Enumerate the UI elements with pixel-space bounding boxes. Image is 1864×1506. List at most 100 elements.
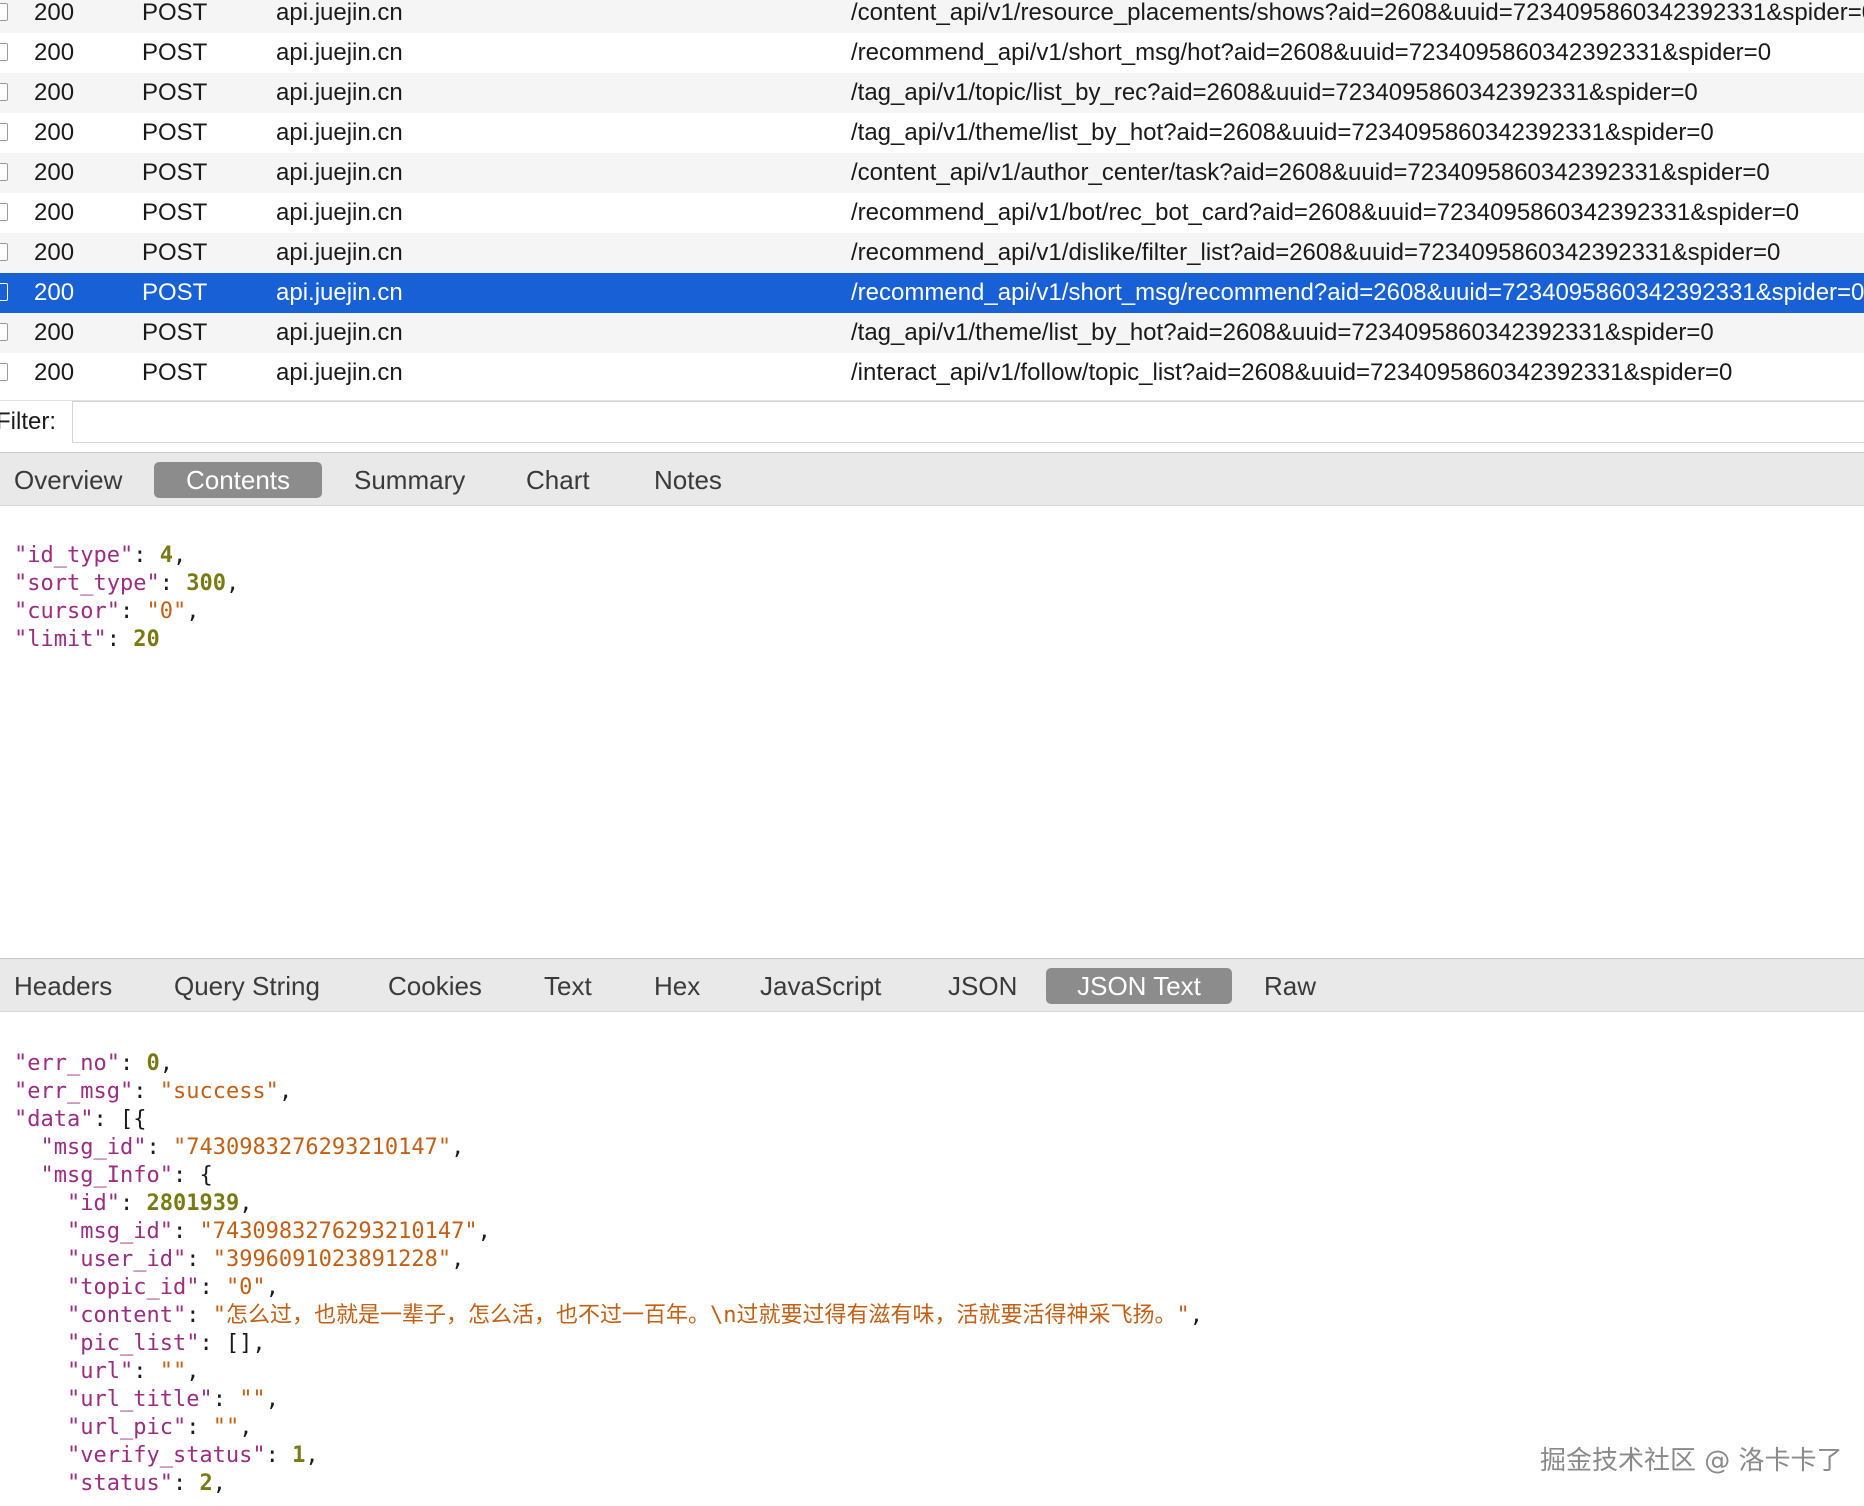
code-token: , — [451, 1135, 465, 1160]
tab-json[interactable]: JSON — [934, 968, 1031, 1004]
code-token: "id" — [66, 1191, 120, 1216]
file-icon — [0, 163, 8, 181]
status-code: 200 — [34, 119, 75, 146]
request-path: /recommend_api/v1/short_msg/recommend?ai… — [851, 279, 1864, 306]
request-row[interactable]: 200 POST api.juejin.cn/content_api/v1/auth… — [0, 153, 1864, 193]
code-token: "data" — [14, 1107, 94, 1132]
http-method: POST — [142, 319, 208, 346]
filter-input[interactable] — [72, 401, 1864, 443]
tab-summary[interactable]: Summary — [340, 462, 479, 498]
request-row[interactable]: 200 POST api.juejin.cn/interact_api/v1/fol… — [0, 353, 1864, 393]
code-token: 4 — [159, 543, 173, 568]
status-code: 200 — [34, 79, 75, 106]
request-row[interactable]: 200 POST api.juejin.cn/tag_api/v1/topic/li… — [0, 73, 1864, 113]
status-code: 200 — [34, 359, 75, 386]
host: api.juejin.cn — [276, 39, 403, 66]
response-body-line: "msg_id": "7430983276293210147", — [14, 1134, 1864, 1162]
code-token: , — [212, 1471, 226, 1496]
code-token: , — [305, 1443, 319, 1468]
code-token: , — [278, 1079, 293, 1104]
request-body-line: "id_type": 4, — [14, 542, 1864, 570]
http-method: POST — [142, 359, 208, 386]
request-path: /content_api/v1/author_center/task?aid=2… — [851, 159, 1770, 186]
request-row[interactable]: 200 POST api.juejin.cn/tag_api/v1/theme/li… — [0, 313, 1864, 353]
watermark: 掘金技术社区 @ 洛卡卡了 — [1540, 1446, 1843, 1476]
tab-hex[interactable]: Hex — [640, 968, 714, 1004]
tab-text[interactable]: Text — [530, 968, 606, 1004]
request-row[interactable]: 200 POST api.juejin.cn/content_api/v1/reso… — [0, 0, 1864, 33]
tab-contents[interactable]: Contents — [154, 462, 322, 498]
code-token: , — [239, 1191, 253, 1216]
code-token: , — [225, 571, 240, 596]
code-token: "limit" — [14, 627, 107, 652]
code-token: : — [119, 1051, 147, 1076]
file-icon — [0, 243, 8, 261]
http-method: POST — [142, 0, 208, 26]
file-icon — [0, 283, 8, 301]
tab-overview[interactable]: Overview — [0, 462, 136, 498]
request-row[interactable]: 200 POST api.juejin.cn/recommend_api/v1/di… — [0, 233, 1864, 273]
code-token: 2 — [199, 1471, 213, 1496]
response-body-line: "url_pic": "", — [14, 1414, 1864, 1442]
code-token: : — [186, 1303, 213, 1328]
code-token: "url" — [66, 1359, 134, 1384]
code-token: "url_title" — [66, 1387, 213, 1412]
tab-cookies[interactable]: Cookies — [374, 968, 496, 1004]
response-body-line: "err_msg": "success", — [14, 1078, 1864, 1106]
code-token: : — [119, 1191, 147, 1216]
response-body-line: "topic_id": "0", — [14, 1274, 1864, 1302]
request-path: /content_api/v1/resource_placements/show… — [851, 0, 1864, 26]
code-token: : — [212, 1387, 240, 1412]
code-token: "msg_id" — [66, 1219, 173, 1244]
host: api.juejin.cn — [276, 359, 403, 386]
request-path: /interact_api/v1/follow/topic_list?aid=2… — [851, 359, 1733, 386]
http-method: POST — [142, 159, 208, 186]
filter-bar: Filter: — [0, 400, 1864, 451]
tab-query-string[interactable]: Query String — [160, 968, 334, 1004]
code-token: "status" — [66, 1471, 173, 1496]
response-body-line: "data": [{ — [14, 1106, 1864, 1134]
response-tab-bar: Headers Query String Cookies Text Hex JavaScr… — [0, 958, 1864, 1012]
code-token: : — [159, 571, 187, 596]
code-token: : [], — [199, 1331, 266, 1356]
code-token: "id_type" — [14, 543, 134, 568]
code-token: "sort_type" — [14, 571, 160, 596]
code-token: "err_no" — [14, 1051, 120, 1076]
http-method: POST — [142, 119, 208, 146]
tab-json-text[interactable]: JSON Text — [1046, 968, 1232, 1004]
response-body-line: "msg_Info": { — [14, 1162, 1864, 1190]
code-token: "err_msg" — [14, 1079, 134, 1104]
tab-notes[interactable]: Notes — [640, 462, 736, 498]
response-body-line: "user_id": "3996091023891228", — [14, 1246, 1864, 1274]
response-body-line: "url": "", — [14, 1358, 1864, 1386]
code-token: "0" — [146, 599, 187, 624]
tab-headers[interactable]: Headers — [0, 968, 126, 1004]
code-token: : — [265, 1443, 293, 1468]
code-token: , — [186, 1359, 200, 1384]
request-row[interactable]: 200 POST api.juejin.cn/recommend_api/v1/bo… — [0, 193, 1864, 233]
request-row[interactable]: 200 POST api.juejin.cn/tag_api/v1/theme/li… — [0, 113, 1864, 153]
request-row[interactable]: 200 POST api.juejin.cn/recommend_api/v1/sh… — [0, 33, 1864, 73]
code-token: "user_id" — [66, 1247, 187, 1272]
code-token: "msg_id" — [40, 1135, 147, 1160]
http-method: POST — [142, 39, 208, 66]
host: api.juejin.cn — [276, 239, 403, 266]
request-path: /recommend_api/v1/short_msg/hot?aid=2608… — [851, 39, 1772, 66]
http-method: POST — [142, 199, 208, 226]
tab-chart[interactable]: Chart — [512, 462, 604, 498]
file-icon — [0, 203, 8, 221]
tab-javascript[interactable]: JavaScript — [746, 968, 895, 1004]
file-icon — [0, 83, 8, 101]
tab-raw[interactable]: Raw — [1250, 968, 1330, 1004]
request-row[interactable]: 200 POST api.juejin.cn/recommend_api/v1/sh… — [0, 273, 1864, 313]
host: api.juejin.cn — [276, 279, 403, 306]
code-token: : — [199, 1275, 226, 1300]
